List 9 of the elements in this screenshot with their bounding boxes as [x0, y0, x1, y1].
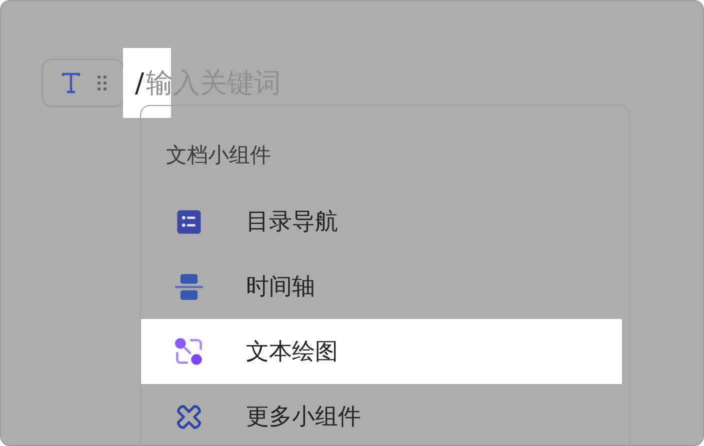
menu-item[interactable]: 目录导航 — [141, 189, 622, 254]
menu-heading: 文档小组件 — [166, 142, 271, 169]
text-type-icon — [59, 71, 83, 95]
connected-nodes-icon — [174, 336, 204, 366]
menu-item[interactable]: 时间轴 — [141, 254, 622, 319]
timeline-icon — [174, 272, 204, 302]
menu-item[interactable]: 更多小组件 — [141, 384, 622, 445]
menu-item[interactable]: 文本绘图 — [141, 319, 622, 384]
drag-handle-icon[interactable] — [97, 75, 107, 91]
